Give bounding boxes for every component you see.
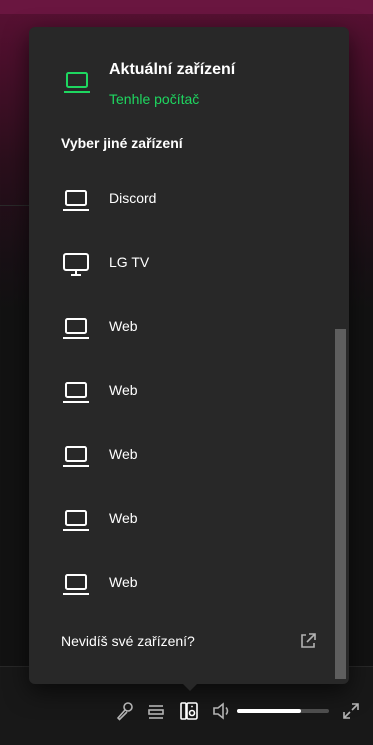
divider-line	[0, 205, 30, 206]
laptop-icon	[62, 188, 90, 217]
fullscreen-icon[interactable]	[340, 700, 362, 722]
device-item-discord[interactable]: Discord	[29, 169, 339, 233]
device-label: Web	[109, 446, 138, 462]
volume-level	[237, 709, 302, 713]
microphone-icon[interactable]	[114, 700, 136, 722]
external-link-icon[interactable]	[300, 633, 316, 654]
popup-pointer	[181, 682, 199, 691]
queue-icon[interactable]	[145, 700, 167, 722]
current-device-title: Aktuální zařízení	[109, 61, 236, 78]
laptop-icon	[62, 316, 90, 345]
device-help-link[interactable]: Nevidíš své zařízení?	[61, 633, 195, 649]
laptop-icon	[62, 508, 90, 537]
device-label: Web	[109, 318, 138, 334]
device-item-web-1[interactable]: Web	[29, 297, 339, 361]
device-item-lg-tv[interactable]: LG TV	[29, 233, 339, 297]
laptop-icon	[62, 444, 90, 473]
device-label: Web	[109, 574, 138, 590]
device-item-web-3[interactable]: Web	[29, 425, 339, 489]
device-item-web-5[interactable]: Web	[29, 553, 339, 617]
current-device: Aktuální zařízení Tenhle počítač	[29, 57, 349, 117]
device-label: Web	[109, 382, 138, 398]
volume-icon[interactable]	[211, 700, 233, 722]
section-title: Vyber jiné zařízení	[61, 135, 183, 151]
device-label: Discord	[109, 190, 157, 206]
volume-slider[interactable]	[237, 709, 329, 713]
device-item-web-4[interactable]: Web	[29, 489, 339, 553]
connect-device-popup: Aktuální zařízení Tenhle počítač Vyber j…	[29, 27, 349, 691]
header-band	[0, 0, 373, 14]
popup-scrollbar[interactable]	[335, 329, 346, 679]
tv-icon	[62, 252, 90, 283]
device-label: Web	[109, 510, 138, 526]
connect-device-icon[interactable]	[178, 700, 200, 722]
laptop-icon	[63, 70, 91, 99]
device-label: LG TV	[109, 254, 150, 270]
device-item-web-2[interactable]: Web	[29, 361, 339, 425]
current-device-subtitle: Tenhle počítač	[109, 91, 200, 107]
laptop-icon	[62, 572, 90, 601]
laptop-icon	[62, 380, 90, 409]
